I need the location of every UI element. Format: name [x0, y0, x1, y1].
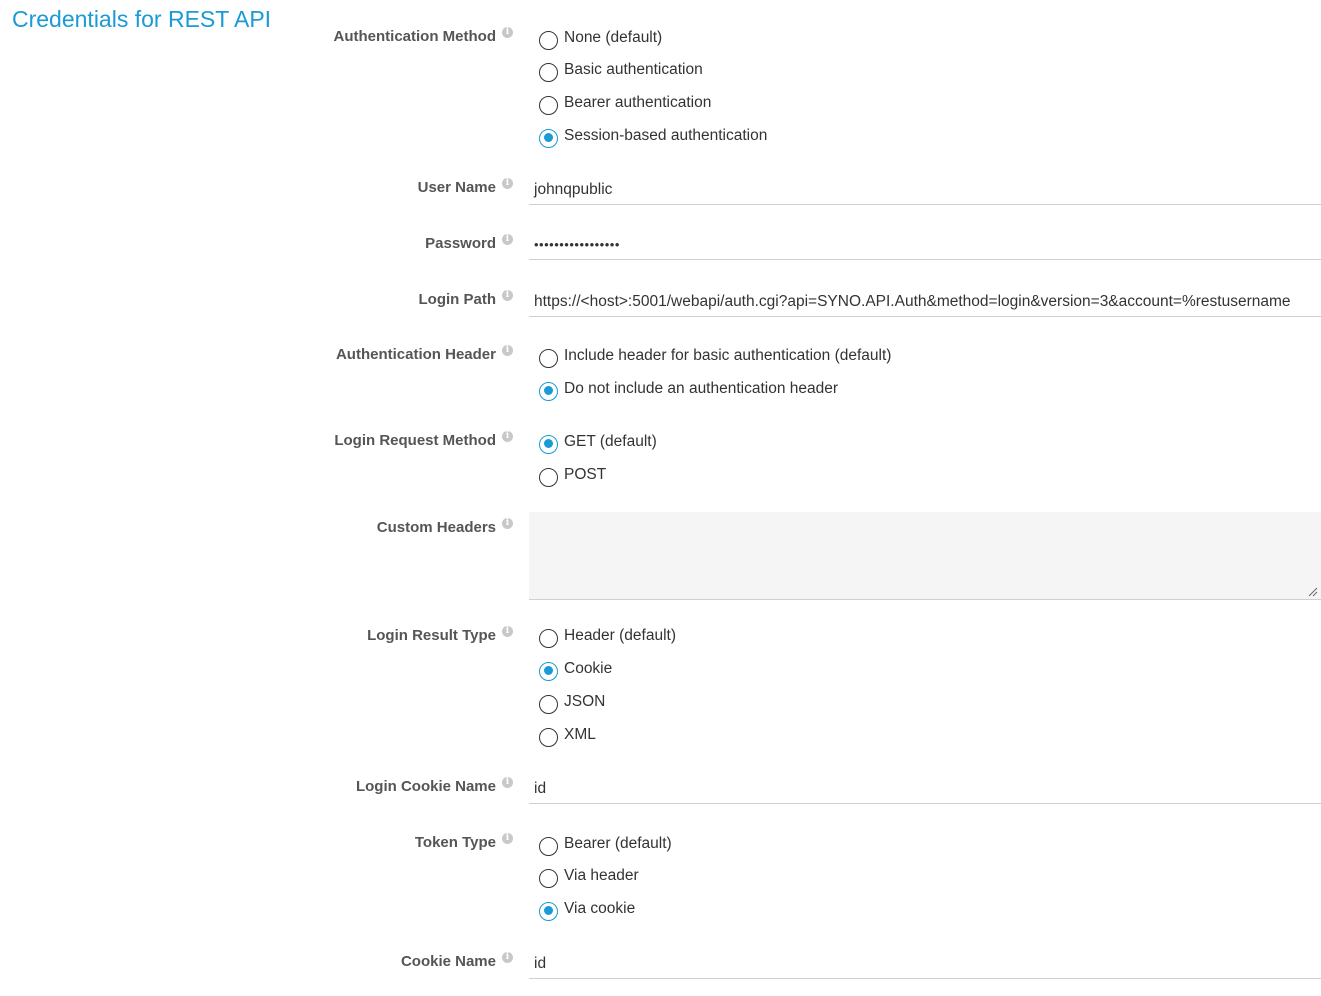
custom-headers-label: Custom Headers — [376, 519, 496, 536]
cookie-name-label-row: Cookie Name i — [400, 952, 513, 970]
cookie-name-input[interactable]: id — [529, 949, 1321, 979]
cookie-name-label: Cookie Name — [400, 953, 496, 970]
user-name-input[interactable]: johnqpublic — [529, 175, 1321, 205]
radio-label: Via header — [564, 867, 639, 884]
rest-api-credentials-form: Credentials for REST API Authentication … — [0, 0, 1321, 996]
radio-button-checked-icon[interactable] — [539, 128, 558, 148]
radio-result-xml[interactable]: XML — [539, 724, 596, 747]
radio-label: Session-based authentication — [564, 127, 768, 144]
radio-button-icon[interactable] — [539, 694, 558, 714]
user-name-label: User Name — [417, 179, 496, 196]
auth-method-label-row: Authentication Method i — [333, 27, 513, 45]
radio-label: Cookie — [564, 660, 613, 677]
radio-auth-none[interactable]: None (default) — [539, 27, 663, 50]
info-icon[interactable]: i — [502, 27, 513, 38]
info-icon[interactable]: i — [502, 952, 513, 963]
custom-headers-label-row: Custom Headers i — [376, 518, 513, 536]
radio-request-post[interactable]: POST — [539, 464, 607, 487]
info-icon[interactable]: i — [502, 290, 513, 301]
radio-result-json[interactable]: JSON — [539, 691, 606, 714]
login-cookie-name-input[interactable]: id — [529, 774, 1321, 804]
radio-label: Bearer (default) — [564, 835, 672, 852]
radio-auth-bearer[interactable]: Bearer authentication — [539, 92, 712, 115]
info-icon[interactable]: i — [502, 518, 513, 529]
radio-label: Include header for basic authentication … — [564, 347, 892, 364]
radio-request-get[interactable]: GET (default) — [539, 431, 657, 454]
user-name-label-row: User Name i — [417, 178, 513, 196]
radio-label: XML — [564, 726, 596, 743]
login-path-label: Login Path — [418, 291, 497, 308]
token-type-label: Token Type — [414, 834, 496, 851]
login-cookie-name-label: Login Cookie Name — [355, 778, 496, 795]
auth-header-label: Authentication Header — [335, 346, 496, 363]
login-path-input[interactable]: https://<host>:5001/webapi/auth.cgi?api=… — [529, 287, 1321, 317]
login-cookie-name-label-row: Login Cookie Name i — [355, 777, 513, 795]
info-icon[interactable]: i — [502, 234, 513, 245]
password-label-row: Password i — [425, 234, 513, 252]
radio-label: Bearer authentication — [564, 94, 712, 111]
radio-button-icon[interactable] — [539, 467, 558, 487]
info-icon[interactable]: i — [502, 833, 513, 844]
radio-auth-session[interactable]: Session-based authentication — [539, 125, 768, 148]
info-icon[interactable]: i — [502, 626, 513, 637]
login-path-label-row: Login Path i — [418, 290, 513, 308]
section-title: Credentials for REST API — [12, 6, 272, 32]
radio-label: Header (default) — [564, 627, 677, 644]
radio-token-bearer[interactable]: Bearer (default) — [539, 833, 672, 856]
radio-button-checked-icon[interactable] — [539, 661, 558, 681]
login-request-method-label: Login Request Method — [334, 432, 496, 449]
radio-label: JSON — [564, 693, 606, 710]
radio-label: Do not include an authentication header — [564, 380, 839, 397]
info-icon[interactable]: i — [502, 345, 513, 356]
login-result-type-label: Login Result Type — [367, 627, 496, 644]
radio-label: Basic authentication — [564, 61, 703, 78]
auth-header-label-row: Authentication Header i — [335, 345, 513, 363]
password-input[interactable]: ••••••••••••••••• — [529, 230, 1321, 260]
login-result-type-label-row: Login Result Type i — [367, 626, 513, 644]
radio-button-checked-icon[interactable] — [539, 901, 558, 921]
login-request-method-label-row: Login Request Method i — [334, 431, 513, 449]
radio-button-icon[interactable] — [539, 30, 558, 50]
radio-result-cookie[interactable]: Cookie — [539, 658, 613, 681]
radio-token-header[interactable]: Via header — [539, 865, 639, 888]
radio-button-icon[interactable] — [539, 628, 558, 648]
radio-button-checked-icon[interactable] — [539, 381, 558, 401]
radio-button-icon[interactable] — [539, 95, 558, 115]
radio-button-icon[interactable] — [539, 868, 558, 888]
radio-button-icon[interactable] — [539, 836, 558, 856]
token-type-label-row: Token Type i — [414, 833, 513, 851]
radio-auth-header-none[interactable]: Do not include an authentication header — [539, 378, 839, 401]
resize-grip-icon[interactable] — [1308, 587, 1318, 597]
info-icon[interactable]: i — [502, 431, 513, 442]
radio-label: None (default) — [564, 29, 663, 46]
radio-label: GET (default) — [564, 433, 657, 450]
radio-button-icon[interactable] — [539, 348, 558, 368]
password-label: Password — [425, 235, 496, 252]
auth-method-label: Authentication Method — [333, 28, 496, 45]
radio-button-icon[interactable] — [539, 727, 558, 747]
info-icon[interactable]: i — [502, 178, 513, 189]
radio-button-icon[interactable] — [539, 62, 558, 82]
radio-token-cookie[interactable]: Via cookie — [539, 898, 636, 921]
info-icon[interactable]: i — [502, 777, 513, 788]
radio-button-checked-icon[interactable] — [539, 434, 558, 454]
radio-label: Via cookie — [564, 900, 636, 917]
custom-headers-textarea[interactable] — [529, 512, 1321, 600]
radio-auth-basic[interactable]: Basic authentication — [539, 59, 703, 82]
radio-result-header[interactable]: Header (default) — [539, 625, 677, 648]
radio-label: POST — [564, 466, 607, 483]
radio-auth-header-include[interactable]: Include header for basic authentication … — [539, 345, 892, 368]
